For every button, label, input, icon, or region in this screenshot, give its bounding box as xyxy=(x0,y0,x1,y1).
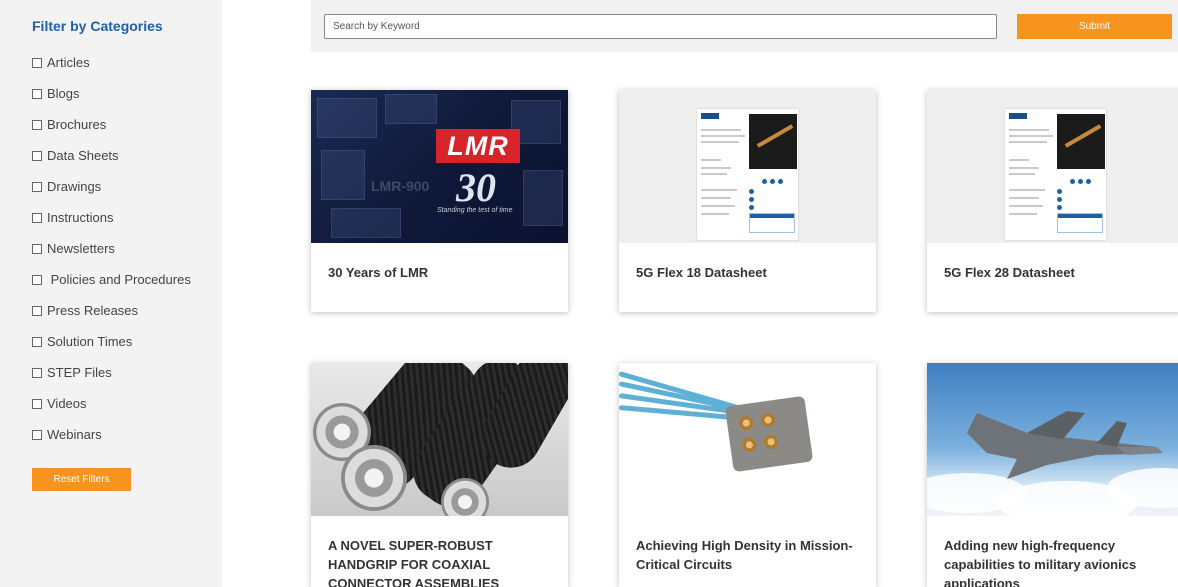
filter-label: Webinars xyxy=(47,427,102,442)
filter-checkbox[interactable] xyxy=(32,368,42,378)
filter-drawings[interactable]: Drawings xyxy=(32,177,192,196)
filter-step-files[interactable]: STEP Files xyxy=(32,363,192,382)
filter-label: Drawings xyxy=(47,179,102,194)
filter-checkbox[interactable] xyxy=(32,337,42,347)
filter-checkbox[interactable] xyxy=(32,275,42,285)
search-input[interactable] xyxy=(324,14,997,39)
filter-checkbox[interactable] xyxy=(32,306,42,316)
filter-label: STEP Files xyxy=(47,365,112,380)
resource-card-handgrip[interactable]: A NOVEL SUPER-ROBUST HANDGRIP FOR COAXIA… xyxy=(311,363,568,587)
filter-label: Blogs xyxy=(47,86,80,101)
fighter-jet-icon xyxy=(967,411,1163,479)
filter-label: Instructions xyxy=(47,210,114,225)
filter-newsletters[interactable]: Newsletters xyxy=(32,239,192,258)
submit-button[interactable]: Submit xyxy=(1017,14,1172,39)
card-thumbnail-connectors[interactable] xyxy=(311,363,568,516)
lmr-tagline: Standing the test of time xyxy=(437,207,513,214)
filter-label: Brochures xyxy=(47,117,107,132)
filter-checkbox[interactable] xyxy=(32,58,42,68)
filter-data-sheets[interactable]: Data Sheets xyxy=(32,146,192,165)
card-title[interactable]: 30 Years of LMR xyxy=(311,243,568,282)
filter-press-releases[interactable]: Press Releases xyxy=(32,301,192,320)
filter-webinars[interactable]: Webinars xyxy=(32,425,192,444)
filter-blogs[interactable]: Blogs xyxy=(32,84,192,103)
card-title[interactable]: A NOVEL SUPER-ROBUST HANDGRIP FOR COAXIA… xyxy=(311,516,568,587)
card-thumbnail-datasheet[interactable] xyxy=(927,90,1178,243)
sidebar-title: Filter by Categories xyxy=(32,18,163,34)
lmr-ghost-text: LMR-900 xyxy=(371,178,430,194)
filter-videos[interactable]: Videos xyxy=(32,394,192,413)
filter-label: Videos xyxy=(47,396,87,411)
card-thumbnail-lmr[interactable]: LMR-900 LMR 30 Standing the test of time xyxy=(311,90,568,243)
filter-checkbox[interactable] xyxy=(32,213,42,223)
filter-label: Press Releases xyxy=(47,303,139,318)
filter-checkbox[interactable] xyxy=(32,151,42,161)
filter-checkbox[interactable] xyxy=(32,244,42,254)
filter-sidebar: Filter by Categories Articles Blogs Broc… xyxy=(0,0,222,587)
filter-checkbox[interactable] xyxy=(32,120,42,130)
lmr-logo: LMR xyxy=(436,129,520,163)
filter-policies-and-procedures[interactable]: Policies and Procedures xyxy=(32,270,192,289)
filter-label: Data Sheets xyxy=(47,148,119,163)
card-thumbnail-datasheet[interactable] xyxy=(619,90,876,243)
filter-checkbox[interactable] xyxy=(32,430,42,440)
card-thumbnail-fighter-jet[interactable] xyxy=(927,363,1178,516)
filter-label: Articles xyxy=(47,55,90,70)
reset-filters-button[interactable]: Reset Filters xyxy=(32,468,131,491)
resource-card-5g-flex-18[interactable]: 5G Flex 18 Datasheet xyxy=(619,90,876,312)
filter-brochures[interactable]: Brochures xyxy=(32,115,192,134)
filter-list: Articles Blogs Brochures Data Sheets Dra… xyxy=(32,53,222,444)
card-title[interactable]: Achieving High Density in Mission-Critic… xyxy=(619,516,876,574)
filter-label: Newsletters xyxy=(47,241,115,256)
card-thumbnail-cable-connector[interactable] xyxy=(619,363,876,516)
card-title[interactable]: Adding new high-frequency capabilities t… xyxy=(927,516,1178,587)
card-title[interactable]: 5G Flex 18 Datasheet xyxy=(619,243,876,282)
filter-solution-times[interactable]: Solution Times xyxy=(32,332,192,351)
filter-label: Policies and Procedures xyxy=(50,272,191,287)
filter-instructions[interactable]: Instructions xyxy=(32,208,192,227)
resource-card-high-density[interactable]: Achieving High Density in Mission-Critic… xyxy=(619,363,876,587)
search-bar: Submit xyxy=(311,0,1178,52)
resource-card-military-avionics[interactable]: Adding new high-frequency capabilities t… xyxy=(927,363,1178,587)
datasheet-preview xyxy=(697,109,798,240)
card-title[interactable]: 5G Flex 28 Datasheet xyxy=(927,243,1178,282)
filter-checkbox[interactable] xyxy=(32,89,42,99)
filter-label: Solution Times xyxy=(47,334,133,349)
resource-card-lmr[interactable]: LMR-900 LMR 30 Standing the test of time… xyxy=(311,90,568,312)
filter-checkbox[interactable] xyxy=(32,399,42,409)
filter-checkbox[interactable] xyxy=(32,182,42,192)
lmr-30-text: 30 xyxy=(456,165,496,210)
resource-card-5g-flex-28[interactable]: 5G Flex 28 Datasheet xyxy=(927,90,1178,312)
datasheet-preview xyxy=(1005,109,1106,240)
filter-articles[interactable]: Articles xyxy=(32,53,192,72)
